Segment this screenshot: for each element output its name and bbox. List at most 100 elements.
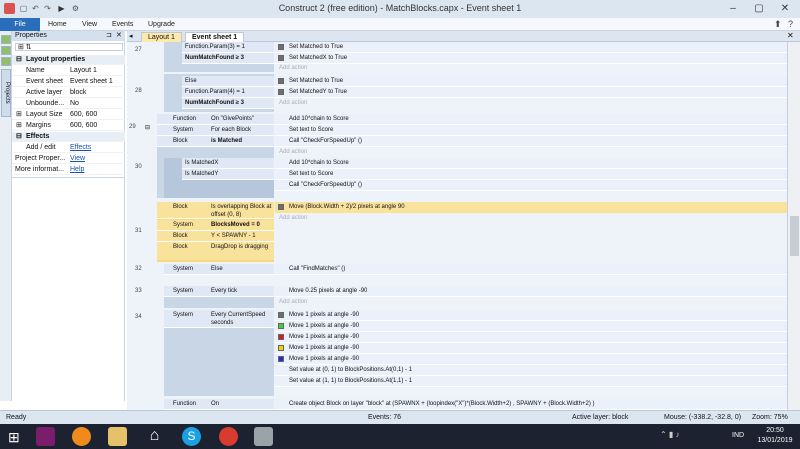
action-row[interactable]: Call "CheckForSpeedUp" () — [275, 136, 787, 147]
clock-time[interactable]: 20:50 — [758, 427, 792, 434]
prop-row[interactable]: ⊞ Margins 600, 600 — [12, 121, 125, 131]
action-row[interactable]: Set MatchedY to True — [275, 87, 787, 98]
action-row[interactable]: Set text to Score — [275, 125, 787, 136]
menu-upgrade[interactable]: Upgrade — [142, 18, 181, 31]
action-row[interactable]: Set text to Score — [275, 169, 787, 180]
condition-row[interactable]: Block Is overlapping Block at offset (0, … — [157, 202, 274, 219]
maximize-icon[interactable]: ▢ — [746, 0, 772, 18]
add-action-link[interactable]: Add action — [279, 64, 307, 73]
action-row[interactable]: Set value at (0, 1) to BlockPositions.At… — [275, 365, 787, 376]
condition-row[interactable]: System For each Block — [157, 125, 274, 136]
condition-row[interactable]: Is MatchedX — [182, 158, 274, 169]
prop-row[interactable]: Project Proper... View — [12, 154, 125, 164]
condition-row[interactable]: Block Y < SPAWNY - 1 — [157, 231, 274, 242]
prop-row[interactable]: Unbounde... No — [12, 99, 125, 109]
tab-list-icon[interactable]: ◂ — [129, 32, 133, 40]
construct-icon[interactable] — [254, 427, 273, 446]
globe-icon[interactable] — [1, 35, 11, 44]
close-icon[interactable]: ✕ — [116, 31, 122, 39]
vertical-scrollbar[interactable] — [787, 42, 800, 410]
action-row[interactable]: Add 10*chain to Score — [275, 158, 787, 169]
tray-icons[interactable]: ⌃ ▮ ♪ — [660, 430, 680, 439]
input-language[interactable]: IND — [732, 432, 744, 439]
action-row[interactable]: Move (Block.Width + 2)/2 pixels at angle… — [275, 202, 787, 213]
condition-row[interactable]: Else — [182, 76, 274, 87]
action-row[interactable]: Move 1 pixels at angle -90 — [275, 332, 787, 343]
expand-icon[interactable]: ⊞ — [16, 121, 22, 131]
event-number: 30 — [135, 164, 142, 170]
condition-row[interactable]: System BlocksMoved = 0 — [157, 220, 274, 231]
condition-row[interactable]: Function On "GivePoints" — [157, 114, 274, 125]
scrollbar-thumb[interactable] — [790, 216, 799, 256]
action-row[interactable]: Set Matched to True — [275, 76, 787, 87]
section-effects[interactable]: ⊟ Effects — [12, 132, 125, 142]
add-action-link[interactable]: Add action — [279, 99, 307, 108]
layers-icon[interactable] — [1, 46, 11, 55]
condition-row[interactable]: Function.Param(4) = 1 — [182, 87, 274, 98]
skype-icon[interactable]: S — [182, 427, 201, 446]
help-icon[interactable]: ⬆ — [774, 19, 782, 30]
tab-layout[interactable]: Layout 1 — [141, 32, 182, 42]
expand-icon[interactable]: ⊞ — [16, 110, 22, 120]
info-icon[interactable]: ? — [788, 19, 793, 29]
action-row[interactable]: Create object Block on layer "block" at … — [275, 399, 787, 410]
add-action-link[interactable]: Add action — [279, 148, 307, 157]
condition-row[interactable]: NumMatchFound ≥ 3 — [182, 98, 274, 109]
action-row[interactable]: Add 10*chain to Score — [275, 114, 787, 125]
condition-row[interactable]: System Every CurrentSpeed seconds — [164, 310, 274, 328]
tab-event-sheet[interactable]: Event sheet 1 — [185, 32, 245, 42]
prop-row[interactable]: Add / edit Effects — [12, 143, 125, 153]
minimize-icon[interactable]: – — [720, 0, 746, 18]
collapse-icon[interactable]: ⊟ — [16, 55, 22, 65]
action-row[interactable]: Move 1 pixels at angle -90 — [275, 354, 787, 365]
action-row[interactable]: Move 1 pixels at angle -90 — [275, 321, 787, 332]
action-row[interactable]: Call "FindMatches" () — [275, 264, 787, 275]
prop-row[interactable]: Active layer block — [12, 88, 125, 98]
tab-projects[interactable]: Projects — [1, 69, 11, 117]
event-number: 32 — [135, 266, 142, 272]
action-row[interactable]: Move 0.25 pixels at angle -90 — [275, 286, 787, 297]
add-action-link[interactable]: Add action — [279, 214, 307, 223]
condition-row[interactable]: System Every tick — [164, 286, 274, 297]
condition-row[interactable]: Is MatchedY — [182, 169, 274, 180]
add-action-link[interactable]: Add action — [279, 298, 307, 307]
home-icon[interactable]: ⌂ — [145, 427, 164, 446]
section-layout-properties[interactable]: ⊟ Layout properties — [12, 55, 125, 65]
menu-home[interactable]: Home — [42, 18, 73, 31]
prop-row[interactable]: More informat... Help — [12, 165, 125, 175]
status-ready: Ready — [6, 414, 27, 421]
action-row[interactable]: Call "CheckForSpeedUp" () — [275, 180, 787, 191]
menu-file[interactable]: File — [0, 18, 40, 31]
prop-row[interactable]: ⊞ Layout Size 600, 600 — [12, 110, 125, 120]
action-row[interactable]: Move 1 pixels at angle -90 — [275, 310, 787, 321]
action-row[interactable]: Set MatchedX to True — [275, 53, 787, 64]
condition-row[interactable]: System Else — [164, 264, 274, 275]
close-icon[interactable]: ✕ — [787, 31, 794, 40]
properties-panel: Properties ⊐ ✕ ⊞ ⇅ ⊟ Layout properties N… — [12, 31, 125, 401]
pin-icon[interactable]: ⊐ — [106, 31, 112, 39]
firefox-icon[interactable] — [72, 427, 91, 446]
file-explorer-icon[interactable] — [108, 427, 127, 446]
prop-row[interactable]: Event sheet Event sheet 1 — [12, 77, 125, 87]
condition-row[interactable]: Block is Matched — [157, 136, 274, 147]
objects-icon[interactable] — [1, 57, 11, 66]
close-icon[interactable]: ✕ — [772, 0, 798, 18]
action-row[interactable]: Set value at (1, 1) to BlockPositions.At… — [275, 376, 787, 387]
condition-row[interactable]: Function On — [164, 399, 274, 410]
sort-icon[interactable]: ⊞ ⇅ — [18, 43, 32, 51]
menu-view[interactable]: View — [76, 18, 103, 31]
condition-row[interactable]: NumMatchFound ≥ 3 — [182, 53, 274, 64]
windows-start-icon[interactable]: ⊞ — [8, 429, 20, 446]
prop-row[interactable]: Name Layout 1 — [12, 66, 125, 76]
condition-row[interactable]: Block DragDrop is dragging — [157, 242, 274, 260]
event-number: 33 — [135, 288, 142, 294]
menu-events[interactable]: Events — [106, 18, 139, 31]
media-app-icon[interactable] — [36, 427, 55, 446]
collapse-icon[interactable]: ⊟ — [16, 132, 22, 142]
condition-row[interactable]: Function.Param(3) = 1 — [182, 42, 274, 53]
clock-date[interactable]: 13/01/2019 — [752, 437, 798, 444]
action-row[interactable]: Set Matched to True — [275, 42, 787, 53]
action-row[interactable]: Move 1 pixels at angle -90 — [275, 343, 787, 354]
chrome-icon[interactable] — [219, 427, 238, 446]
collapse-icon[interactable]: ⊟ — [145, 124, 150, 131]
